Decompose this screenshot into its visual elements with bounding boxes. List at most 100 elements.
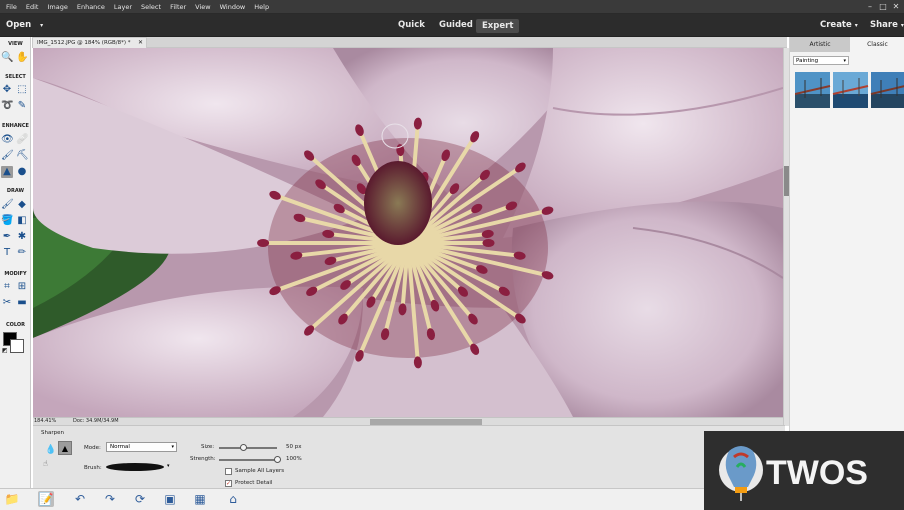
organizer-icon[interactable]: ▦ [192, 491, 208, 507]
recompose-icon[interactable]: ⊞ [16, 281, 28, 293]
undo-icon[interactable]: ↶ [72, 491, 88, 507]
section-color: COLOR [5, 322, 26, 328]
document-tab[interactable]: IMG_1512.JPG @ 184% (RGB/8*) * ✕ [32, 37, 147, 48]
clone-stamp-icon[interactable]: ⛏ [16, 150, 29, 162]
menu-window[interactable]: Window [220, 3, 246, 11]
menu-layer[interactable]: Layer [114, 3, 132, 11]
image-canvas[interactable] [33, 48, 783, 417]
effects-panel: Artistic Classic Painting ▾ [789, 37, 904, 488]
quick-selection-icon[interactable]: ✎ [16, 100, 28, 112]
straighten-icon[interactable]: ▬ [16, 297, 28, 309]
doc-size-readout: Doc: 34.9M/34.9M [73, 418, 119, 424]
protect-detail-label: Protect Detail [235, 480, 273, 486]
mode-select[interactable]: Normal ▾ [106, 442, 177, 452]
zoom-readout[interactable]: 184.41% [34, 418, 56, 425]
content-move-icon[interactable]: ✂ [1, 297, 13, 309]
menu-enhance[interactable]: Enhance [77, 3, 105, 11]
menu-help[interactable]: Help [254, 3, 269, 11]
mode-select-value: Normal [110, 444, 130, 450]
menu-select[interactable]: Select [141, 3, 161, 11]
sample-all-layers-label: Sample All Layers [235, 468, 285, 474]
section-view: VIEW [8, 41, 23, 47]
section-enhance: ENHANCE [2, 123, 29, 129]
protect-detail-checkbox[interactable]: ✓ [225, 480, 232, 487]
tab-classic[interactable]: Classic [850, 37, 904, 52]
brush-icon[interactable]: 🖌 [1, 199, 14, 211]
gradient-icon[interactable]: ◧ [16, 215, 28, 227]
type-icon[interactable]: T [1, 247, 13, 259]
share-button[interactable]: Share ▾ [870, 20, 904, 30]
mode-label: Mode: [84, 445, 101, 451]
status-bar: 184.41% Doc: 34.9M/34.9M [33, 417, 783, 425]
swap-colors-icon[interactable]: ◩ [2, 347, 8, 354]
sponge-icon[interactable]: ● [16, 166, 28, 178]
menu-view[interactable]: View [195, 3, 210, 11]
tab-artistic[interactable]: Artistic [790, 37, 850, 52]
lasso-icon[interactable]: ➰ [1, 100, 13, 112]
pencil-icon[interactable]: ✏ [16, 247, 28, 259]
chevron-down-icon: ▾ [171, 444, 174, 450]
close-tab-icon[interactable]: ✕ [138, 38, 143, 48]
strength-slider[interactable] [219, 456, 281, 463]
chevron-down-icon[interactable]: ▾ [167, 463, 170, 469]
effect-thumb-3[interactable] [870, 72, 904, 108]
tool-options-bar: Sharpen 💧 ▲ ☝ Mode: Normal ▾ Brush: ▾ Si… [33, 425, 785, 488]
layout-icon[interactable]: ▣ [162, 491, 178, 507]
sharpen-icon[interactable]: ▲ [1, 166, 13, 178]
minimize-button[interactable]: – [865, 1, 875, 12]
size-value: 50 px [286, 444, 302, 450]
tool-name: Sharpen [41, 430, 64, 436]
sharpen-tool-icon[interactable]: ▲ [58, 441, 72, 455]
sample-all-layers-checkbox[interactable] [225, 468, 232, 475]
strength-slider-knob[interactable] [273, 456, 281, 463]
paint-bucket-icon[interactable]: 🪣 [1, 215, 13, 227]
blur-tool-icon[interactable]: 💧 [45, 445, 56, 455]
watermark-brand: TWOS [766, 454, 868, 492]
watermark-logo: TWOS [704, 431, 904, 510]
healing-brush-icon[interactable]: 🩹 [16, 134, 28, 146]
move-icon[interactable]: ✥ [1, 84, 13, 96]
tool-options-icon[interactable]: 📝 [38, 491, 54, 507]
background-color-swatch[interactable] [10, 339, 24, 353]
zoom-icon[interactable]: 🔍 [1, 52, 13, 64]
effect-thumb-2[interactable] [832, 72, 869, 108]
strength-label: Strength: [190, 456, 216, 462]
home-screen-icon[interactable]: ⌂ [225, 491, 241, 507]
twos-logo: TWOS [719, 446, 868, 501]
custom-shape-icon[interactable]: ✱ [16, 231, 28, 243]
flower-photo [33, 48, 783, 417]
eraser-icon[interactable]: ◆ [16, 199, 28, 211]
redo-icon[interactable]: ↷ [102, 491, 118, 507]
brush-preview[interactable] [106, 463, 164, 471]
mode-guided[interactable]: Guided [434, 19, 478, 31]
menu-filter[interactable]: Filter [170, 3, 186, 11]
chevron-down-icon: ▾ [40, 22, 44, 29]
mode-expert[interactable]: Expert [476, 19, 520, 33]
crop-icon[interactable]: ⌗ [1, 281, 13, 293]
section-draw: DRAW [6, 188, 25, 194]
size-slider[interactable] [219, 444, 277, 451]
mode-quick[interactable]: Quick [393, 19, 430, 31]
create-button[interactable]: Create ▾ [820, 20, 858, 30]
rotate-icon[interactable]: ⟳ [132, 491, 148, 507]
size-label: Size: [201, 444, 215, 450]
menu-image[interactable]: Image [47, 3, 67, 11]
menu-file[interactable]: File [6, 3, 17, 11]
effect-thumb-1[interactable] [795, 72, 831, 108]
category-dropdown[interactable]: Painting ▾ [793, 56, 849, 65]
open-button[interactable]: Open ▾ [6, 20, 43, 30]
chevron-down-icon: ▾ [900, 22, 904, 29]
menu-edit[interactable]: Edit [26, 3, 39, 11]
category-value: Painting [796, 58, 819, 64]
close-button[interactable]: ✕ [891, 1, 901, 12]
photo-bin-icon[interactable]: 📁 [4, 491, 20, 507]
smart-brush-icon[interactable]: 🖌 [1, 150, 14, 162]
tab-strip [147, 37, 787, 48]
size-slider-knob[interactable] [239, 444, 247, 451]
maximize-button[interactable]: □ [878, 1, 888, 12]
eyedropper-icon[interactable]: ✒ [1, 231, 13, 243]
marquee-icon[interactable]: ⬚ [16, 84, 28, 96]
smudge-tool-icon[interactable]: ☝ [43, 459, 48, 468]
hand-icon[interactable]: ✋ [16, 52, 28, 64]
red-eye-icon[interactable]: 👁 [1, 134, 14, 146]
